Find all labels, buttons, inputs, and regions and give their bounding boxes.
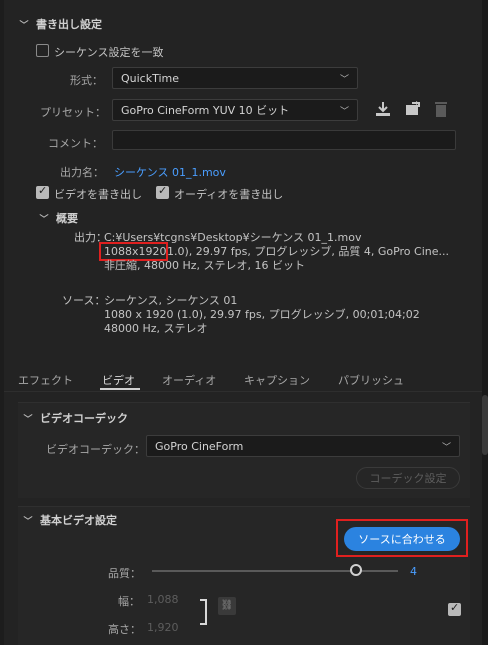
tab-video[interactable]: ビデオ (102, 372, 135, 388)
scrollbar[interactable] (482, 0, 488, 645)
tab-captions[interactable]: キャプション (244, 372, 310, 388)
summary-output-audio: 非圧縮, 48000 Hz, ステレオ, 16 ビット (104, 259, 306, 272)
summary-title: 概要 (56, 212, 78, 225)
match-source-highlight (336, 519, 468, 557)
output-name-link[interactable]: シーケンス 01_1.mov (114, 164, 226, 180)
comment-input[interactable] (112, 130, 456, 150)
chevron-down-icon: ﹀ (23, 414, 33, 425)
settings-tabbar: エフェクト ビデオ オーディオ キャプション パブリッシュ (4, 366, 482, 392)
export-video-checkbox[interactable] (36, 184, 49, 199)
quality-label: 品質： (108, 567, 141, 580)
quality-value[interactable]: 4 (410, 565, 417, 578)
summary-header[interactable]: ﹀ 概要 (38, 210, 78, 226)
export-video-label: ビデオを書き出し (54, 188, 142, 201)
summary-source-audio: 48000 Hz, ステレオ (104, 322, 208, 335)
export-settings-header[interactable]: ﹀ 書き出し設定 (18, 16, 102, 32)
preset-label: プリセット： (40, 106, 106, 119)
link-aspect-icon[interactable]: ⛓ (218, 597, 236, 615)
output-name-label: 出力名： (60, 166, 104, 179)
tab-publish[interactable]: パブリッシュ (338, 372, 404, 388)
dimension-link-bracket (200, 599, 207, 625)
video-codec-dropdown[interactable]: GoPro CineForm ﹀ (146, 435, 460, 457)
tab-audio[interactable]: オーディオ (162, 372, 216, 388)
export-settings-panel: ﹀ 書き出し設定 シーケンス設定を一致 形式： QuickTime ﹀ プリセッ… (4, 0, 482, 645)
delete-preset-icon[interactable] (432, 100, 450, 118)
height-label: 高さ： (108, 623, 141, 636)
video-codec-header[interactable]: ﹀ ビデオコーデック (22, 410, 128, 426)
export-audio-label: オーディオを書き出し (174, 188, 284, 201)
summary-output-details: 1.0), 29.97 fps, プログレッシブ, 品質 4, GoPro Ci… (167, 245, 449, 258)
import-preset-icon[interactable] (404, 100, 422, 118)
video-codec-title: ビデオコーデック (40, 412, 128, 425)
match-sequence-checkbox[interactable] (36, 44, 49, 57)
summary-source-name: シーケンス, シーケンス 01 (104, 294, 238, 307)
export-audio-checkbox[interactable] (156, 184, 169, 199)
summary-source-label: ソース： (62, 294, 106, 307)
width-value[interactable]: 1,088 (147, 593, 179, 606)
chevron-down-icon: ﹀ (339, 106, 349, 117)
preset-dropdown[interactable]: GoPro CineForm YUV 10 ビット ﹀ (112, 99, 358, 121)
tab-effects[interactable]: エフェクト (18, 372, 73, 388)
basic-video-header[interactable]: ﹀ 基本ビデオ設定 (22, 512, 117, 528)
chevron-down-icon: ﹀ (23, 516, 33, 527)
scrollbar-thumb[interactable] (482, 395, 488, 455)
height-value[interactable]: 1,920 (147, 621, 179, 634)
width-label: 幅： (118, 595, 140, 608)
chevron-down-icon: ﹀ (39, 214, 49, 225)
active-tab-indicator (100, 388, 140, 390)
summary-source-video: 1080 x 1920 (1.0), 29.97 fps, プログレッシブ, 0… (104, 308, 420, 321)
video-codec-label: ビデオコーデック： (46, 443, 145, 456)
comment-label: コメント： (48, 137, 103, 150)
preset-value: GoPro CineForm YUV 10 ビット (121, 104, 290, 117)
chevron-down-icon: ﹀ (19, 20, 29, 31)
video-codec-value: GoPro CineForm (155, 439, 244, 453)
match-sequence-label: シーケンス設定を一致 (54, 46, 164, 59)
basic-video-title: 基本ビデオ設定 (40, 514, 117, 527)
chevron-down-icon: ﹀ (339, 74, 349, 85)
format-value: QuickTime (121, 71, 180, 85)
save-preset-icon[interactable] (374, 100, 392, 118)
basic-video-override-checkbox[interactable] (448, 601, 461, 616)
format-label: 形式： (70, 74, 103, 87)
chevron-down-icon: ﹀ (441, 442, 451, 453)
format-dropdown[interactable]: QuickTime ﹀ (112, 67, 358, 89)
codec-settings-button[interactable]: コーデック設定 (356, 467, 460, 489)
export-settings-title: 書き出し設定 (36, 18, 102, 31)
